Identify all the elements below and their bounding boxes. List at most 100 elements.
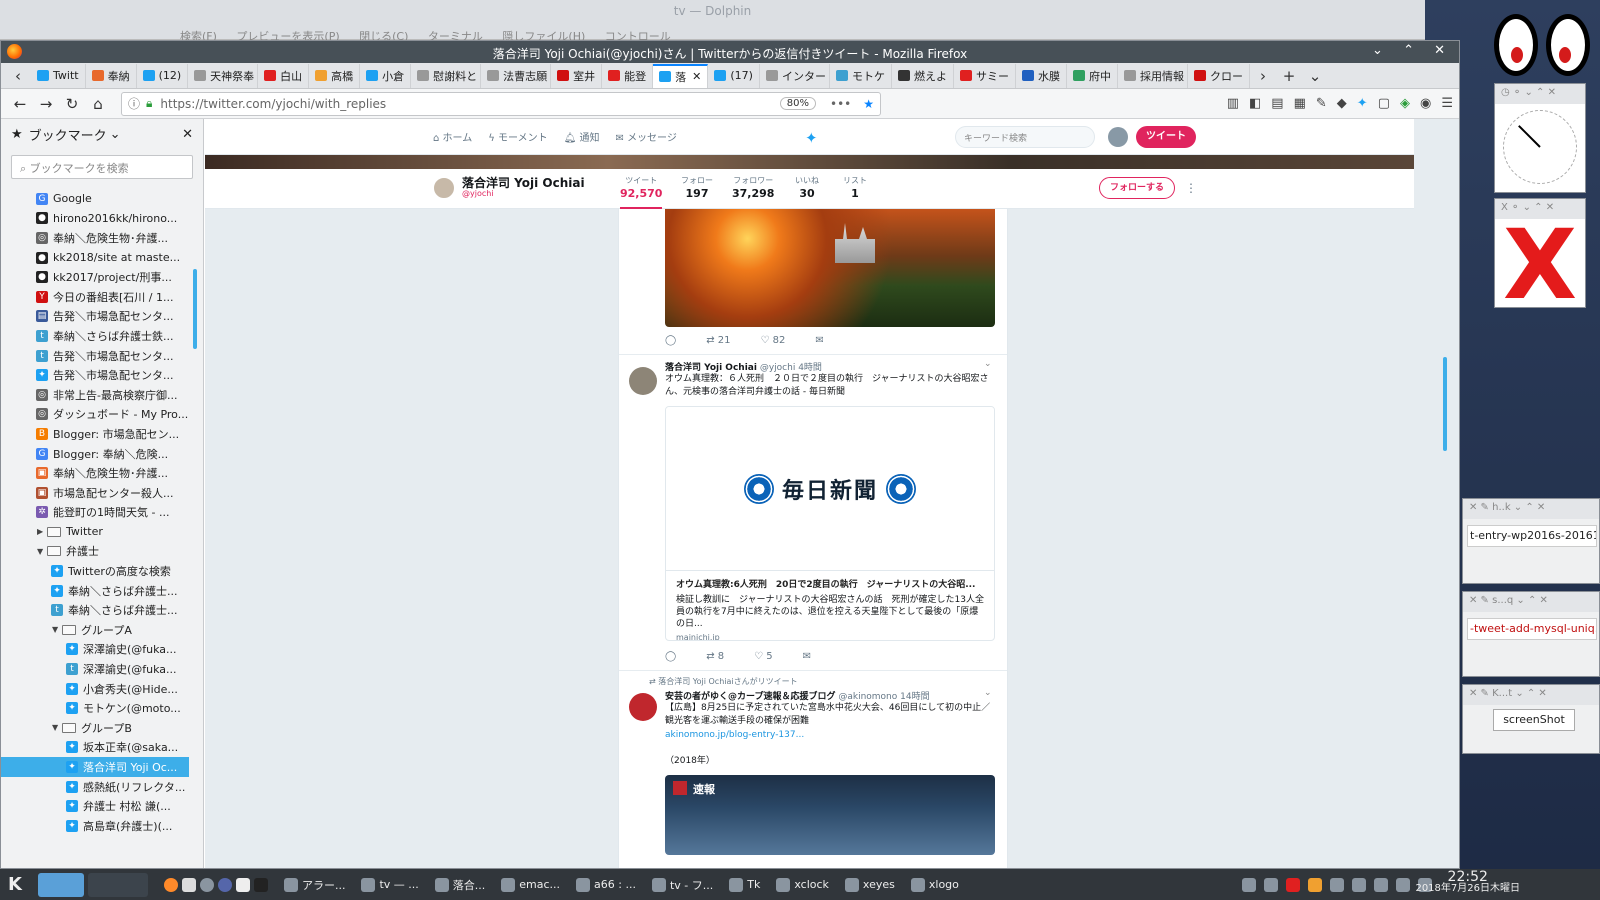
- taskbar-item[interactable]: xeyes: [837, 869, 903, 900]
- kde-menu-icon[interactable]: K: [0, 869, 30, 900]
- bookmark-item[interactable]: t 奉納＼さらば弁護士鉄...: [1, 326, 189, 346]
- expand-arrow-icon[interactable]: ▼: [37, 547, 47, 556]
- like-icon[interactable]: ♡ 82: [761, 335, 786, 346]
- taskbar-clock[interactable]: 22:52 2018年7月26日木曜日: [1415, 870, 1520, 895]
- twitter-bird-icon[interactable]: ✦: [805, 129, 818, 147]
- taskbar-item[interactable]: tv - フ...: [644, 869, 721, 900]
- xlogo-window[interactable]: X ⚬ ⌄ ⌃ ✕ X: [1494, 198, 1586, 308]
- forward-icon[interactable]: →: [33, 92, 59, 116]
- bookmark-item[interactable]: ✦ 感熱紙(リフレクタ...: [1, 777, 189, 797]
- bookmark-item[interactable]: ✦ 弁護士 村松 謙(...: [1, 796, 189, 816]
- reply-icon[interactable]: ◯: [665, 651, 676, 662]
- taskbar-item[interactable]: emac...: [493, 869, 568, 900]
- tab-6[interactable]: 小倉: [360, 63, 412, 88]
- tab-1[interactable]: 奉納: [86, 63, 137, 88]
- xclock-window[interactable]: ◷ ⚬ ⌄ ⌃ ✕: [1494, 83, 1586, 193]
- bookmark-item[interactable]: ✦ 高島章(弁護士)(...: [1, 816, 189, 836]
- taskbar-item[interactable]: アラー...: [276, 869, 354, 900]
- tweet-avatar[interactable]: [629, 693, 657, 721]
- follow-button[interactable]: フォローする: [1099, 177, 1175, 199]
- tweet-button[interactable]: ツイート: [1136, 126, 1196, 148]
- dm-icon[interactable]: ✉: [815, 335, 823, 346]
- bookmark-item[interactable]: ✦ 落合洋司 Yoji Oc...: [1, 757, 189, 777]
- link-card[interactable]: 毎日新聞 オウム真理教:6人死刑 20日で2度目の執行 ジャーナリストの大谷昭.…: [665, 406, 995, 641]
- taskbar-item[interactable]: tv — ...: [353, 869, 426, 900]
- twitter-notifications-link[interactable]: 🔔︎ 通知: [564, 129, 600, 144]
- new-tab-icon[interactable]: +: [1276, 64, 1302, 88]
- profile-stat[interactable]: いいね 30: [795, 175, 819, 200]
- bookmark-item[interactable]: ● kk2018/site at maste...: [1, 248, 189, 268]
- retweet-icon[interactable]: ⇄ 21: [706, 335, 730, 346]
- tab-9[interactable]: 室井: [551, 63, 603, 88]
- close-icon[interactable]: ✕: [182, 127, 193, 142]
- system-tray[interactable]: [1234, 869, 1440, 900]
- terminal-window-1[interactable]: ✕ ✎ h..k ⌄ ⌃ ✕ t-entry-wp2016s-20161: [1462, 498, 1600, 584]
- tweet-link[interactable]: akinomono.jp/blog-entry-137...: [665, 729, 995, 742]
- bookmark-item[interactable]: ✦ モトケン(@moto...: [1, 698, 189, 718]
- chevron-down-icon[interactable]: ⌄: [110, 127, 121, 142]
- bookmark-item[interactable]: ✦ 告発＼市場急配センタ...: [1, 365, 189, 385]
- bookmark-item[interactable]: ▣ 奉納＼危険生物･弁護...: [1, 463, 189, 483]
- bookmark-item[interactable]: ◎ 奉納＼危険生物･弁護...: [1, 228, 189, 248]
- taskbar-item[interactable]: 落合...: [427, 869, 494, 900]
- tab-2[interactable]: (12): [137, 63, 189, 88]
- tweet-time[interactable]: 4時間: [798, 363, 822, 373]
- chevron-down-icon[interactable]: ⌄: [984, 359, 992, 369]
- sidebar-scrollbar[interactable]: [193, 269, 197, 349]
- tab-11[interactable]: 落 ✕: [653, 63, 709, 88]
- bookmark-item[interactable]: t 告発＼市場急配センタ...: [1, 346, 189, 366]
- twitter-moments-link[interactable]: ϟ モーメント: [488, 129, 547, 144]
- terminal-text[interactable]: -tweet-add-mysql-uniq.r: [1467, 618, 1597, 640]
- bookmark-item[interactable]: ◎ ダッシュボード - My Pro...: [1, 405, 189, 425]
- dolphin-window[interactable]: tv — Dolphin 検索(F) プレビューを表示(P) 閉じる(C) ター…: [0, 0, 1425, 43]
- bookmark-folder[interactable]: ▼ グループB: [1, 718, 189, 738]
- bookmark-item[interactable]: ▤ 告発＼市場急配センタ...: [1, 307, 189, 327]
- sidebar-toggle-icon[interactable]: ◧: [1249, 96, 1261, 111]
- page-scrollbar[interactable]: [1443, 357, 1447, 451]
- terminal-titlebar[interactable]: ✕ ✎ s...q ⌄ ⌃ ✕: [1463, 592, 1599, 612]
- bookmark-item[interactable]: G Blogger: 奉納＼危険...: [1, 444, 189, 464]
- tab-4[interactable]: 白山: [258, 63, 310, 88]
- twitter-messages-link[interactable]: ✉ メッセージ: [616, 129, 677, 144]
- tweet-image-breaking[interactable]: 速報: [665, 775, 995, 855]
- like-icon[interactable]: ♡ 5: [754, 651, 773, 662]
- retweet-label[interactable]: 落合洋司 Yoji Ochiaiさんがリツイート: [658, 677, 797, 686]
- bookmark-folder[interactable]: ▼ グループA: [1, 620, 189, 640]
- clipboard-icon[interactable]: ▢: [1378, 96, 1390, 111]
- zoom-indicator[interactable]: 80%: [779, 97, 816, 110]
- home-icon[interactable]: ⌂: [85, 92, 111, 116]
- profile-stat[interactable]: リスト 1: [843, 175, 867, 200]
- reload-icon[interactable]: ↻: [59, 92, 85, 116]
- profile-icon[interactable]: ◉: [1420, 96, 1431, 111]
- screenshot-button[interactable]: screenShot: [1493, 709, 1575, 731]
- taskbar-item[interactable]: Tk: [721, 869, 768, 900]
- expand-arrow-icon[interactable]: ▼: [52, 625, 62, 634]
- tk-titlebar[interactable]: ✕ ✎ K...t ⌄ ⌃ ✕: [1463, 685, 1599, 705]
- taskbar-item[interactable]: xlogo: [903, 869, 967, 900]
- tab-close-icon[interactable]: ✕: [692, 70, 701, 83]
- tab-10[interactable]: 能登: [602, 63, 654, 88]
- library-icon[interactable]: ▥: [1227, 96, 1239, 111]
- bookmark-search-input[interactable]: ⌕ ブックマークを検索: [11, 155, 193, 179]
- tweet-author[interactable]: 落合洋司 Yoji Ochiai: [665, 363, 757, 373]
- chevron-down-icon[interactable]: ⌄: [984, 688, 992, 698]
- tab-3[interactable]: 天神祭奉: [188, 63, 259, 88]
- profile-avatar[interactable]: [433, 177, 455, 199]
- profile-stat[interactable]: フォロー 197: [681, 175, 713, 200]
- taskbar-item[interactable]: xclock: [768, 869, 837, 900]
- bookmark-star-icon[interactable]: ★: [863, 97, 874, 111]
- menu-icon[interactable]: ☰: [1441, 96, 1453, 111]
- quicklaunch[interactable]: [156, 869, 276, 900]
- profile-stat[interactable]: フォロワー 37,298: [732, 175, 774, 200]
- expand-arrow-icon[interactable]: ▼: [52, 723, 62, 732]
- twitter-home-link[interactable]: ⌂ ホーム: [433, 129, 472, 144]
- bookmark-item[interactable]: ✦ Twitterの高度な検索: [1, 561, 189, 581]
- twitter-search-input[interactable]: キーワード検索: [955, 126, 1095, 148]
- bookmark-item[interactable]: ▣ 市場急配センター殺人...: [1, 483, 189, 503]
- expand-arrow-icon[interactable]: ▶: [37, 527, 47, 536]
- tab-8[interactable]: 法曹志願: [481, 63, 552, 88]
- bookmark-item[interactable]: t 深澤諭史(@fuka...: [1, 659, 189, 679]
- tweet-time[interactable]: 14時間: [900, 692, 929, 702]
- bookmark-item[interactable]: ● kk2017/project/刑事...: [1, 267, 189, 287]
- tab-16[interactable]: サミー: [954, 63, 1016, 88]
